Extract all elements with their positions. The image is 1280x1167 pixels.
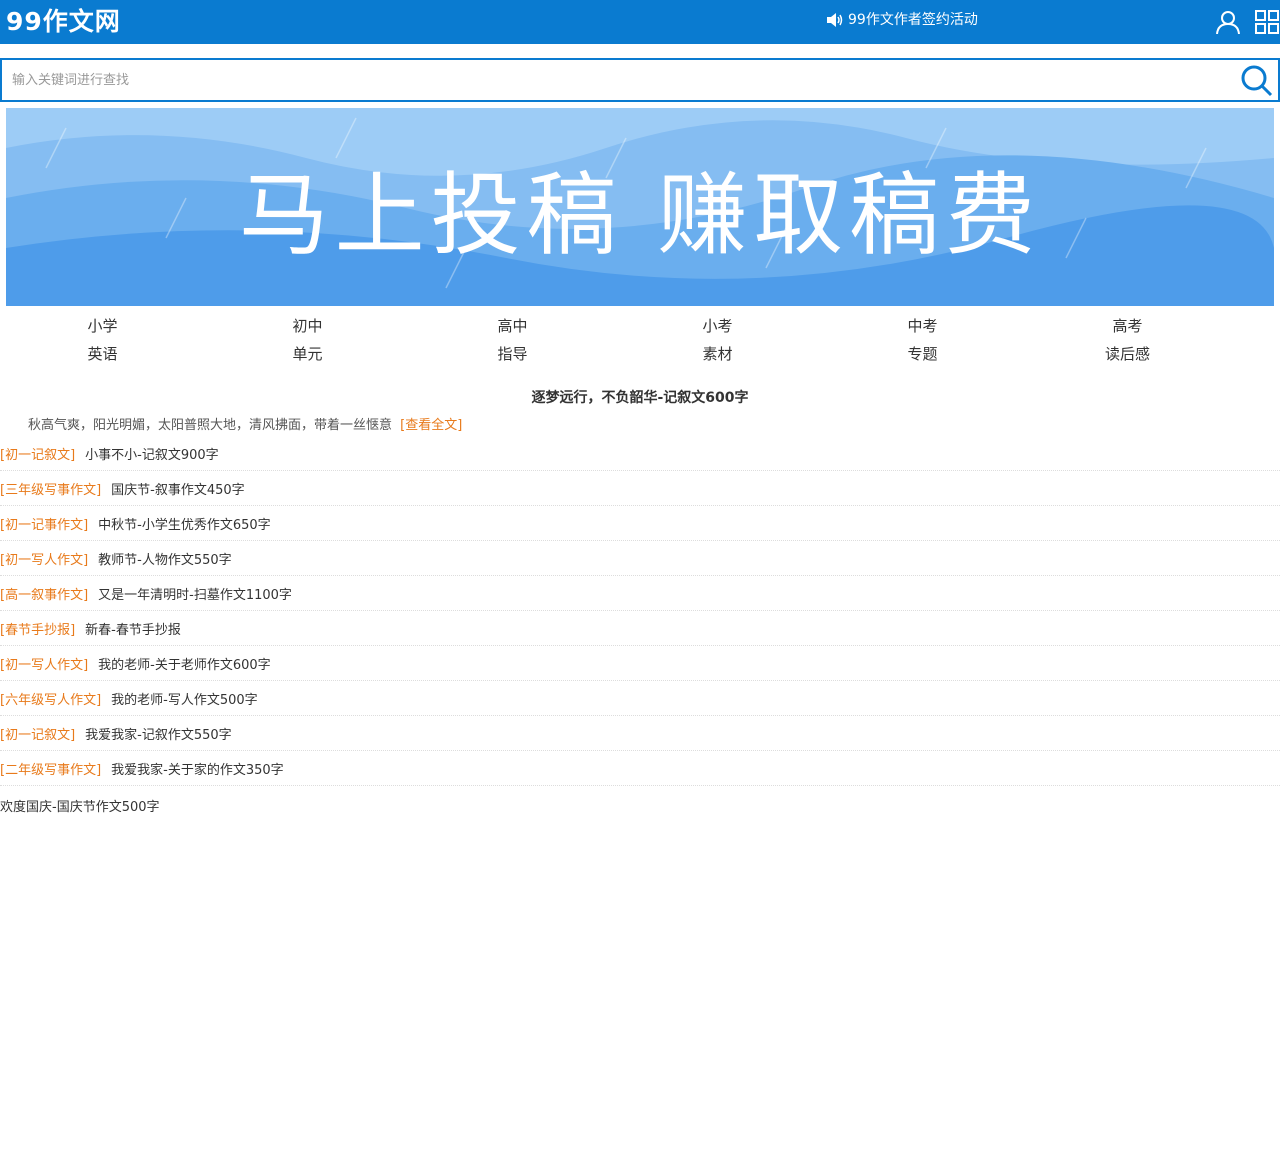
banner-headline: 马上投稿 赚取稿费 xyxy=(238,163,1042,268)
article-tag[interactable]: [高一叙事作文] xyxy=(0,584,88,603)
article-tag[interactable]: [六年级写人作文] xyxy=(0,689,101,708)
grid-menu-icon[interactable] xyxy=(1255,10,1279,34)
speaker-icon xyxy=(827,13,843,27)
list-item: [三年级写事作文] 国庆节-叙事作文450字 xyxy=(0,471,1280,506)
category-item[interactable]: 高中 xyxy=(410,312,615,340)
category-item[interactable]: 高考 xyxy=(1025,312,1230,340)
user-icon[interactable] xyxy=(1216,10,1240,34)
top-header: 99作文网 99作文作者签约活动 xyxy=(0,0,1280,44)
category-item[interactable]: 指导 xyxy=(410,340,615,368)
category-item[interactable]: 英语 xyxy=(0,340,205,368)
category-item[interactable]: 专题 xyxy=(820,340,1025,368)
category-item[interactable]: 小学 xyxy=(0,312,205,340)
search-icon[interactable] xyxy=(1240,64,1274,98)
search-bar xyxy=(0,58,1280,102)
article-title[interactable]: 我的老师-关于老师作文600字 xyxy=(98,654,271,673)
article-title[interactable]: 我爱我家-关于家的作文350字 xyxy=(111,759,284,778)
category-item[interactable]: 中考 xyxy=(820,312,1025,340)
list-item: [初一记事作文] 中秋节-小学生优秀作文650字 xyxy=(0,506,1280,541)
category-item[interactable]: 小考 xyxy=(615,312,820,340)
list-item: [二年级写事作文] 我爱我家-关于家的作文350字 xyxy=(0,751,1280,786)
category-item[interactable]: 初中 xyxy=(205,312,410,340)
extra-article-link[interactable]: 欢度国庆-国庆节作文500字 xyxy=(0,796,160,815)
featured-article-title[interactable]: 逐梦远行，不负韶华-记叙文600字 xyxy=(0,387,1280,407)
submission-banner[interactable]: 马上投稿 赚取稿费 xyxy=(6,108,1274,306)
announcement-text: 99作文作者签约活动 xyxy=(848,12,978,28)
search-input[interactable] xyxy=(12,60,1212,100)
article-title[interactable]: 教师节-人物作文550字 xyxy=(98,549,232,568)
article-title[interactable]: 我的老师-写人作文500字 xyxy=(111,689,258,708)
article-title[interactable]: 小事不小-记叙文900字 xyxy=(85,444,219,463)
article-tag[interactable]: [初一记事作文] xyxy=(0,514,88,533)
category-row: 英语 单元 指导 素材 专题 读后感 xyxy=(0,340,1280,368)
category-nav: 小学 初中 高中 小考 中考 高考 英语 单元 指导 素材 专题 读后感 xyxy=(0,312,1280,368)
category-item[interactable]: 单元 xyxy=(205,340,410,368)
article-list: [初一记叙文] 小事不小-记叙文900字 [三年级写事作文] 国庆节-叙事作文450… xyxy=(0,436,1280,786)
site-logo[interactable]: 99作文网 xyxy=(6,7,121,37)
list-item: [春节手抄报] 新春-春节手抄报 xyxy=(0,611,1280,646)
list-item: [六年级写人作文] 我的老师-写人作文500字 xyxy=(0,681,1280,716)
article-tag[interactable]: [二年级写事作文] xyxy=(0,759,101,778)
category-item[interactable]: 读后感 xyxy=(1025,340,1230,368)
list-item: [初一记叙文] 小事不小-记叙文900字 xyxy=(0,436,1280,471)
list-item: [高一叙事作文] 又是一年清明时-扫墓作文1100字 xyxy=(0,576,1280,611)
article-tag[interactable]: [初一写人作文] xyxy=(0,654,88,673)
article-tag[interactable]: [初一记叙文] xyxy=(0,724,75,743)
article-tag[interactable]: [春节手抄报] xyxy=(0,619,75,638)
article-title[interactable]: 新春-春节手抄报 xyxy=(85,619,181,638)
summary-text: 秋高气爽，阳光明媚，太阳普照大地，清风拂面，带着一丝惬意 xyxy=(28,418,393,433)
article-title[interactable]: 又是一年清明时-扫墓作文1100字 xyxy=(98,584,292,603)
article-title[interactable]: 国庆节-叙事作文450字 xyxy=(111,479,245,498)
read-more-link[interactable]: [查看全文] xyxy=(400,418,462,433)
featured-article-summary: 秋高气爽，阳光明媚，太阳普照大地，清风拂面，带着一丝惬意 [查看全文] xyxy=(28,414,462,433)
category-row: 小学 初中 高中 小考 中考 高考 xyxy=(0,312,1280,340)
list-item: [初一写人作文] 教师节-人物作文550字 xyxy=(0,541,1280,576)
article-tag[interactable]: [初一记叙文] xyxy=(0,444,75,463)
category-item[interactable]: 素材 xyxy=(615,340,820,368)
article-tag[interactable]: [初一写人作文] xyxy=(0,549,88,568)
article-tag[interactable]: [三年级写事作文] xyxy=(0,479,101,498)
list-item: [初一写人作文] 我的老师-关于老师作文600字 xyxy=(0,646,1280,681)
announcement-link[interactable]: 99作文作者签约活动 xyxy=(826,11,978,29)
article-title[interactable]: 我爱我家-记叙作文550字 xyxy=(85,724,232,743)
list-item: [初一记叙文] 我爱我家-记叙作文550字 xyxy=(0,716,1280,751)
article-title[interactable]: 中秋节-小学生优秀作文650字 xyxy=(98,514,271,533)
